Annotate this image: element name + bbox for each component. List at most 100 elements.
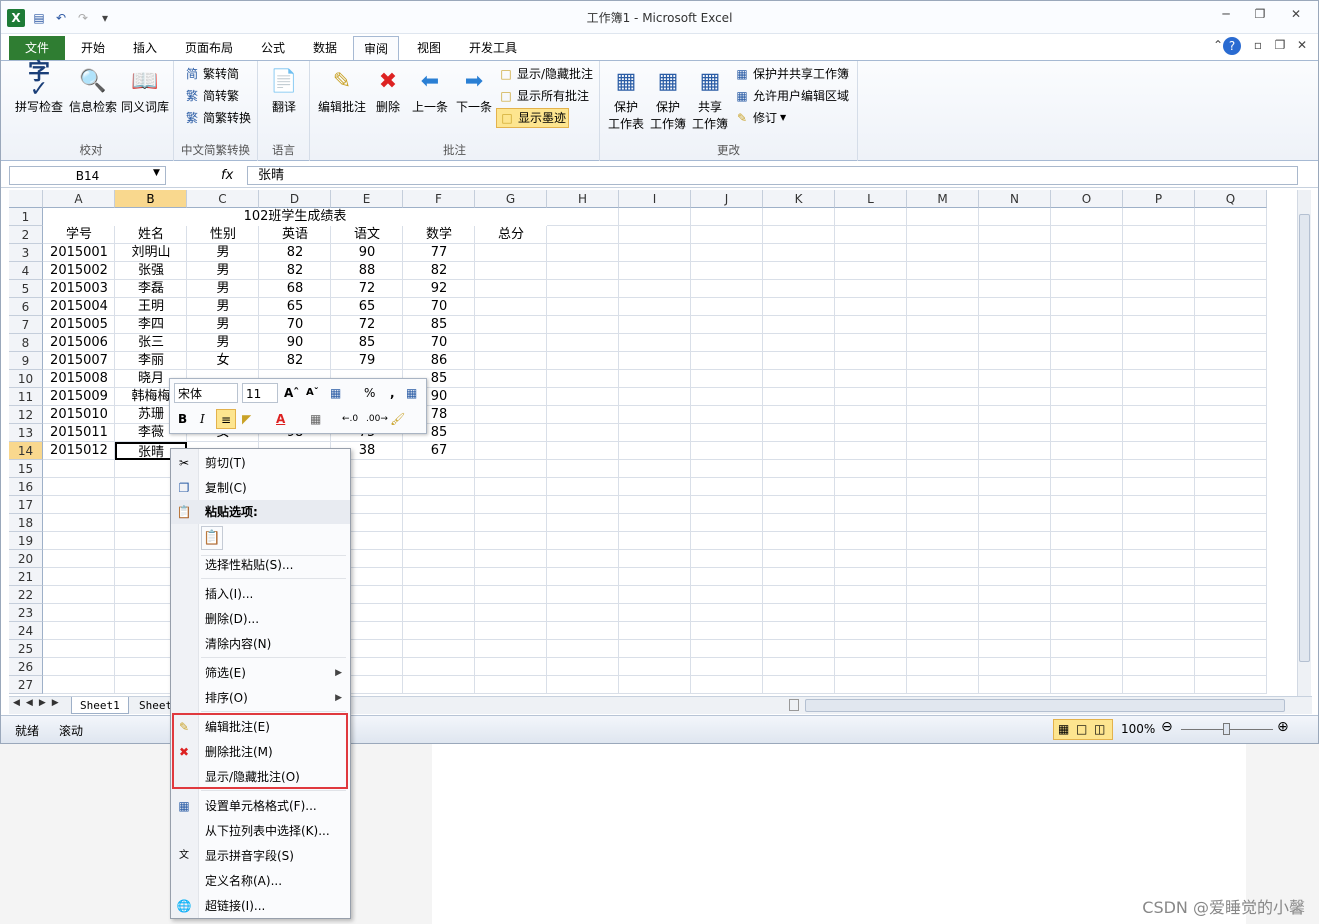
paste-button-icon[interactable]: 📋 <box>201 526 223 550</box>
column-header-A[interactable]: A <box>43 190 115 208</box>
row-header-2[interactable]: 2 <box>9 226 43 244</box>
close-icon[interactable]: ✕ <box>1283 7 1309 25</box>
data-cell[interactable]: 男 <box>187 334 259 352</box>
thesaurus-button[interactable]: 📖 同义词库 <box>119 65 171 116</box>
data-cell[interactable]: 72 <box>331 280 403 298</box>
menu-sort[interactable]: 排序(O) ▶ <box>171 686 350 710</box>
row-header-27[interactable]: 27 <box>9 676 43 694</box>
column-header-F[interactable]: F <box>403 190 475 208</box>
data-cell[interactable]: 90 <box>259 334 331 352</box>
row-header-23[interactable]: 23 <box>9 604 43 622</box>
row-header-15[interactable]: 15 <box>9 460 43 478</box>
share-workbook-button[interactable]: ▦ 共享 工作簿 <box>690 65 730 133</box>
research-button[interactable]: 🔍 信息检索 <box>67 65 119 116</box>
protect-workbook-button[interactable]: ▦ 保护 工作簿 <box>648 65 688 133</box>
formula-input[interactable]: 张晴 <box>247 166 1298 185</box>
row-header-26[interactable]: 26 <box>9 658 43 676</box>
insert-function-icon[interactable]: fx <box>221 168 233 183</box>
restore-icon[interactable]: ❐ <box>1247 7 1273 25</box>
track-changes-button[interactable]: ✎ 修订 ▼ <box>732 108 788 128</box>
page-layout-view-icon[interactable]: □ <box>1076 722 1087 736</box>
data-cell[interactable]: 男 <box>187 298 259 316</box>
minimize-icon[interactable]: ─ <box>1213 7 1239 25</box>
select-all-corner[interactable] <box>9 190 43 208</box>
data-cell[interactable]: 2015004 <box>43 298 115 316</box>
data-cell[interactable]: 65 <box>331 298 403 316</box>
mini-font-select[interactable]: 宋体 <box>174 383 238 403</box>
tab-home[interactable]: 开始 <box>71 36 115 60</box>
hscroll-splitter[interactable] <box>789 699 799 711</box>
percent-icon[interactable]: % <box>364 383 375 403</box>
data-cell[interactable]: 男 <box>187 244 259 262</box>
data-cell[interactable]: 2015005 <box>43 316 115 334</box>
row-header-6[interactable]: 6 <box>9 298 43 316</box>
show-hide-comment-button[interactable]: □ 显示/隐藏批注 <box>496 64 595 84</box>
row-header-8[interactable]: 8 <box>9 334 43 352</box>
tab-file[interactable]: 文件 <box>9 36 65 60</box>
row-header-17[interactable]: 17 <box>9 496 43 514</box>
data-cell[interactable]: 68 <box>259 280 331 298</box>
data-cell[interactable]: 70 <box>259 316 331 334</box>
row-header-10[interactable]: 10 <box>9 370 43 388</box>
tab-formulas[interactable]: 公式 <box>251 36 295 60</box>
data-cell[interactable]: 2015012 <box>43 442 115 460</box>
data-cell[interactable]: 李磊 <box>115 280 187 298</box>
data-cell[interactable]: 77 <box>403 244 475 262</box>
shrink-font-icon[interactable]: Aˇ <box>306 383 319 403</box>
menu-pick-from-list[interactable]: 从下拉列表中选择(K)... <box>171 819 350 843</box>
column-header-L[interactable]: L <box>835 190 907 208</box>
menu-insert[interactable]: 插入(I)... <box>171 582 350 606</box>
translate-button[interactable]: 📄 翻译 <box>262 65 306 116</box>
menu-define-name[interactable]: 定义名称(A)... <box>171 869 350 893</box>
menu-delete[interactable]: 删除(D)... <box>171 607 350 631</box>
row-header-13[interactable]: 13 <box>9 424 43 442</box>
fill-color-icon[interactable]: ◤ <box>242 409 251 429</box>
data-cell[interactable]: 82 <box>259 352 331 370</box>
data-cell[interactable]: 2015009 <box>43 388 115 406</box>
data-cell[interactable]: 85 <box>331 334 403 352</box>
header-cell[interactable]: 数学 <box>403 226 475 244</box>
to-traditional-button[interactable]: 繁简转繁 <box>182 86 241 106</box>
header-cell[interactable]: 总分 <box>475 226 547 244</box>
italic-icon[interactable]: I <box>200 409 205 429</box>
allow-edit-ranges-button[interactable]: ▦ 允许用户编辑区域 <box>732 86 851 106</box>
column-header-N[interactable]: N <box>979 190 1051 208</box>
name-box-dropdown-icon[interactable]: ▼ <box>153 168 160 178</box>
column-header-P[interactable]: P <box>1123 190 1195 208</box>
data-cell[interactable]: 67 <box>403 442 475 460</box>
doc-close-icon[interactable]: ✕ <box>1289 38 1315 56</box>
column-header-B[interactable]: B <box>115 190 187 208</box>
data-cell[interactable]: 86 <box>403 352 475 370</box>
data-cell[interactable]: 82 <box>259 262 331 280</box>
decrease-decimal-icon[interactable]: .00→ <box>366 409 388 429</box>
header-cell[interactable]: 语文 <box>331 226 403 244</box>
edit-comment-button[interactable]: ✎ 编辑批注 <box>314 65 370 116</box>
data-cell[interactable]: 72 <box>331 316 403 334</box>
row-header-7[interactable]: 7 <box>9 316 43 334</box>
bold-icon[interactable]: B <box>178 409 187 429</box>
menu-phonetic[interactable]: 文显示拼音字段(S) <box>171 844 350 868</box>
column-header-H[interactable]: H <box>547 190 619 208</box>
column-header-E[interactable]: E <box>331 190 403 208</box>
data-cell[interactable]: 男 <box>187 316 259 334</box>
tab-review[interactable]: 审阅 <box>353 36 400 60</box>
data-cell[interactable]: 82 <box>403 262 475 280</box>
data-cell[interactable]: 张强 <box>115 262 187 280</box>
row-header-22[interactable]: 22 <box>9 586 43 604</box>
delete-comment-button[interactable]: ✖ 删除 <box>372 65 404 116</box>
row-header-1[interactable]: 1 <box>9 208 43 226</box>
row-header-16[interactable]: 16 <box>9 478 43 496</box>
data-cell[interactable]: 张三 <box>115 334 187 352</box>
normal-view-icon[interactable]: ▦ <box>1058 722 1069 736</box>
column-header-O[interactable]: O <box>1051 190 1123 208</box>
row-header-21[interactable]: 21 <box>9 568 43 586</box>
font-color-icon[interactable]: A <box>276 409 285 429</box>
row-header-3[interactable]: 3 <box>9 244 43 262</box>
spell-check-button[interactable]: 字✓ 拼写检查 <box>13 62 65 116</box>
zoom-slider-thumb[interactable] <box>1223 723 1230 735</box>
header-cell[interactable]: 姓名 <box>115 226 187 244</box>
data-cell[interactable]: 2015006 <box>43 334 115 352</box>
column-header-K[interactable]: K <box>763 190 835 208</box>
center-align-icon[interactable]: ≡ <box>216 409 236 429</box>
column-header-D[interactable]: D <box>259 190 331 208</box>
